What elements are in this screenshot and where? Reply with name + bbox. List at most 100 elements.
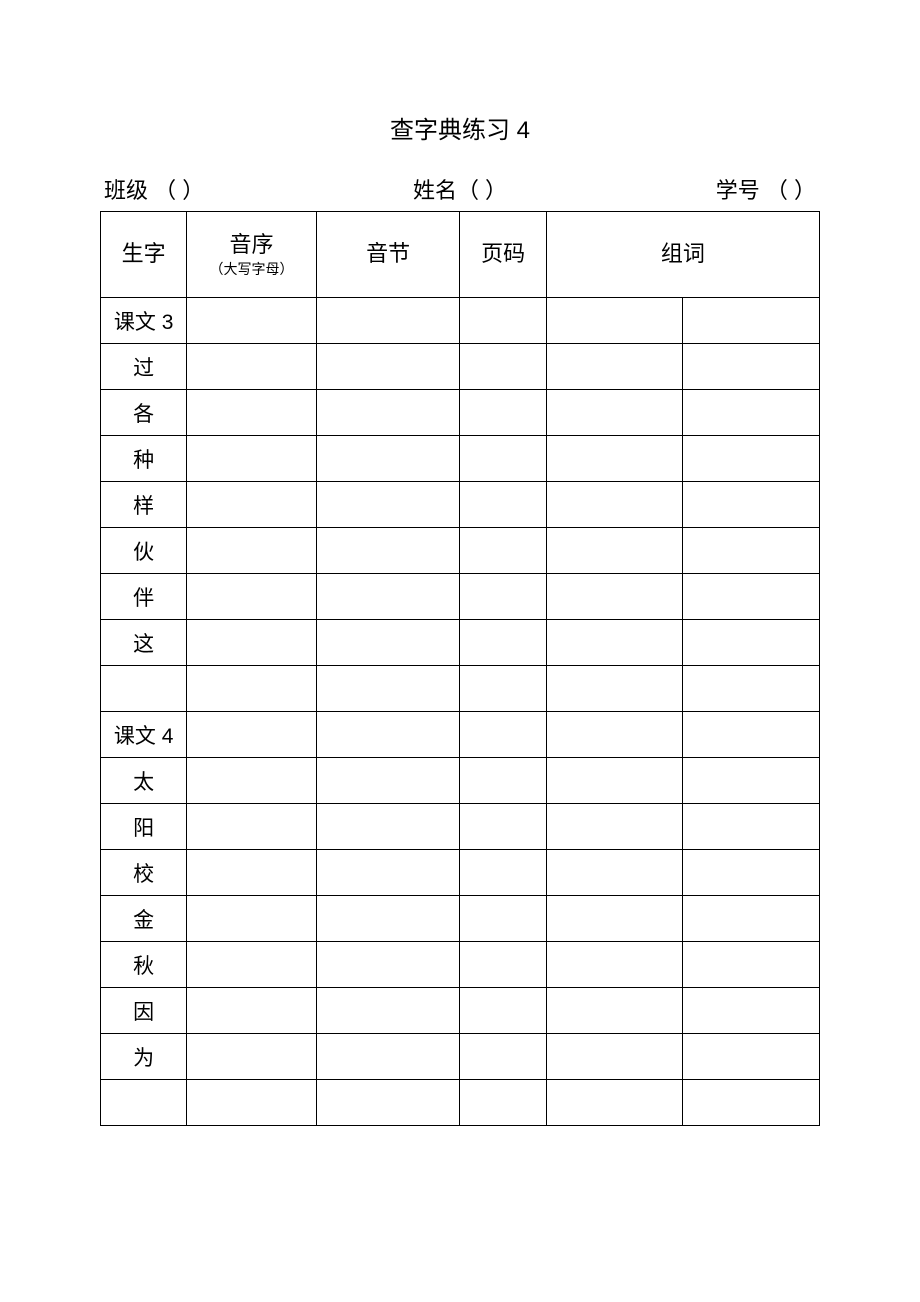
cell-blank bbox=[460, 344, 546, 390]
cell-blank bbox=[460, 298, 546, 344]
table-row: 课文 3 bbox=[101, 298, 820, 344]
table-row bbox=[101, 666, 820, 712]
cell-blank bbox=[460, 758, 546, 804]
cell-char: 课文 4 bbox=[101, 712, 187, 758]
cell-blank bbox=[316, 528, 460, 574]
cell-blank bbox=[316, 1034, 460, 1080]
cell-char: 各 bbox=[101, 390, 187, 436]
cell-blank bbox=[316, 850, 460, 896]
cell-blank bbox=[187, 804, 316, 850]
cell-blank bbox=[316, 988, 460, 1034]
cell-char: 伴 bbox=[101, 574, 187, 620]
cell-blank bbox=[546, 620, 683, 666]
cell-blank bbox=[683, 1080, 820, 1126]
cell-blank bbox=[546, 298, 683, 344]
cell-blank bbox=[546, 574, 683, 620]
cell-char: 过 bbox=[101, 344, 187, 390]
cell-blank bbox=[460, 620, 546, 666]
cell-char: 金 bbox=[101, 896, 187, 942]
cell-blank bbox=[316, 574, 460, 620]
cell-blank bbox=[316, 896, 460, 942]
cell-blank bbox=[683, 666, 820, 712]
table-row: 秋 bbox=[101, 942, 820, 988]
cell-char: 校 bbox=[101, 850, 187, 896]
cell-blank bbox=[460, 804, 546, 850]
cell-blank bbox=[316, 390, 460, 436]
table-header-row: 生字 音序 （大写字母） 音节 页码 组词 bbox=[101, 212, 820, 298]
worksheet-title: 查字典练习 4 bbox=[100, 110, 820, 145]
cell-blank bbox=[316, 1080, 460, 1126]
cell-blank bbox=[546, 758, 683, 804]
cell-blank bbox=[546, 942, 683, 988]
cell-blank bbox=[460, 1034, 546, 1080]
cell-blank bbox=[316, 804, 460, 850]
practice-table: 生字 音序 （大写字母） 音节 页码 组词 课文 3过各种样伙伴这课文 4太阳校… bbox=[100, 211, 820, 1126]
header-sequence-sub: （大写字母） bbox=[187, 260, 315, 278]
cell-blank bbox=[546, 344, 683, 390]
cell-blank bbox=[546, 666, 683, 712]
cell-blank bbox=[546, 482, 683, 528]
cell-blank bbox=[683, 620, 820, 666]
cell-blank bbox=[460, 390, 546, 436]
cell-blank bbox=[683, 758, 820, 804]
cell-blank bbox=[316, 758, 460, 804]
cell-blank bbox=[187, 988, 316, 1034]
cell-blank bbox=[187, 758, 316, 804]
cell-blank bbox=[546, 804, 683, 850]
cell-blank bbox=[460, 850, 546, 896]
cell-blank bbox=[460, 436, 546, 482]
table-row: 因 bbox=[101, 988, 820, 1034]
cell-blank bbox=[316, 298, 460, 344]
name-field: 姓名（ ） bbox=[413, 173, 507, 205]
table-row: 太 bbox=[101, 758, 820, 804]
header-sequence-main: 音序 bbox=[229, 232, 273, 257]
cell-blank bbox=[546, 850, 683, 896]
table-row bbox=[101, 1080, 820, 1126]
cell-blank bbox=[187, 712, 316, 758]
cell-blank bbox=[316, 344, 460, 390]
cell-blank bbox=[460, 482, 546, 528]
header-words: 组词 bbox=[546, 212, 819, 298]
cell-blank bbox=[546, 390, 683, 436]
table-row: 过 bbox=[101, 344, 820, 390]
cell-blank bbox=[316, 620, 460, 666]
cell-blank bbox=[546, 528, 683, 574]
cell-blank bbox=[460, 942, 546, 988]
cell-blank bbox=[683, 942, 820, 988]
cell-char: 为 bbox=[101, 1034, 187, 1080]
table-row: 样 bbox=[101, 482, 820, 528]
cell-char: 样 bbox=[101, 482, 187, 528]
table-row: 伴 bbox=[101, 574, 820, 620]
cell-blank bbox=[460, 988, 546, 1034]
cell-blank bbox=[683, 988, 820, 1034]
cell-blank bbox=[316, 942, 460, 988]
table-row: 阳 bbox=[101, 804, 820, 850]
cell-blank bbox=[683, 804, 820, 850]
cell-blank bbox=[316, 436, 460, 482]
cell-blank bbox=[683, 1034, 820, 1080]
cell-blank bbox=[460, 574, 546, 620]
cell-blank bbox=[187, 390, 316, 436]
cell-blank bbox=[187, 344, 316, 390]
cell-blank bbox=[546, 712, 683, 758]
header-syllable: 音节 bbox=[316, 212, 460, 298]
cell-blank bbox=[187, 528, 316, 574]
cell-char: 太 bbox=[101, 758, 187, 804]
cell-blank bbox=[683, 896, 820, 942]
cell-blank bbox=[460, 666, 546, 712]
table-row: 这 bbox=[101, 620, 820, 666]
table-row: 各 bbox=[101, 390, 820, 436]
header-sequence: 音序 （大写字母） bbox=[187, 212, 316, 298]
cell-char: 因 bbox=[101, 988, 187, 1034]
cell-blank bbox=[187, 436, 316, 482]
cell-blank bbox=[187, 298, 316, 344]
cell-blank bbox=[546, 1080, 683, 1126]
cell-char bbox=[101, 1080, 187, 1126]
cell-char bbox=[101, 666, 187, 712]
table-row: 课文 4 bbox=[101, 712, 820, 758]
cell-blank bbox=[683, 850, 820, 896]
cell-blank bbox=[683, 528, 820, 574]
cell-char: 种 bbox=[101, 436, 187, 482]
number-field: 学号 （ ） bbox=[716, 173, 816, 205]
table-row: 金 bbox=[101, 896, 820, 942]
